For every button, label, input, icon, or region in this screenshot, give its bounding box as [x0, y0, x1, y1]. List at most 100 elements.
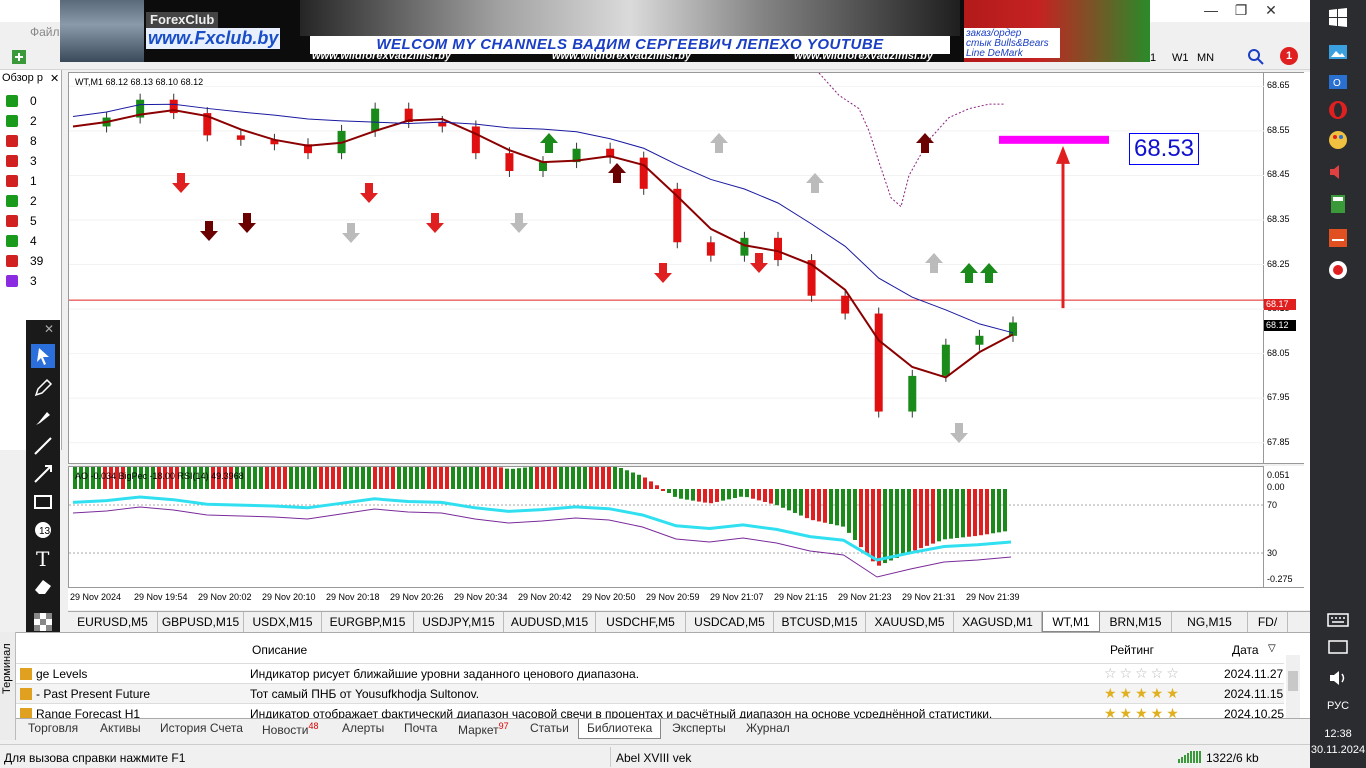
- col-rating[interactable]: Рейтинг: [1110, 643, 1154, 657]
- clock-date[interactable]: 30.11.2024: [1310, 744, 1366, 756]
- outlook-icon[interactable]: O: [1326, 70, 1350, 94]
- new-order-icon[interactable]: [10, 48, 30, 66]
- market-watch-row[interactable]: 5: [4, 212, 56, 231]
- signal-arrow-down-icon: [950, 423, 968, 443]
- ao-bar: [721, 489, 725, 501]
- col-date[interactable]: Дата: [1232, 643, 1259, 657]
- app-orange-icon[interactable]: [1326, 226, 1350, 250]
- drawing-toolbar-close-icon[interactable]: ✕: [44, 322, 54, 336]
- speaker-icon[interactable]: [1326, 160, 1350, 184]
- monitor-icon[interactable]: [1326, 636, 1350, 660]
- terminal-tab[interactable]: Статьи: [530, 721, 569, 735]
- notification-badge[interactable]: 1: [1280, 47, 1298, 65]
- search-icon[interactable]: [1247, 48, 1265, 66]
- ray-icon[interactable]: [31, 462, 55, 486]
- keyboard-icon[interactable]: [1326, 608, 1350, 632]
- market-watch-row[interactable]: 3: [4, 152, 56, 171]
- ao-bar: [529, 467, 533, 489]
- ao-bar: [343, 467, 347, 489]
- pattern-icon[interactable]: [31, 610, 55, 634]
- opera-icon[interactable]: [1326, 98, 1350, 122]
- indicator-pane[interactable]: AO -0.034 BigPec -18.00 RSI(14) 49.3968: [68, 466, 1265, 588]
- rectangle-icon[interactable]: [31, 490, 55, 514]
- timeframe-w1[interactable]: W1: [1172, 52, 1189, 64]
- symbol-tab[interactable]: AUDUSD,M15: [504, 612, 596, 632]
- symbol-tab[interactable]: EURUSD,M5: [68, 612, 158, 632]
- terminal-tab[interactable]: Эксперты: [672, 721, 726, 735]
- banner-site-2: www.wildforexvadzimsl.by: [552, 50, 691, 62]
- symbol-tab[interactable]: EURGBP,M15: [322, 612, 414, 632]
- volume-icon[interactable]: [1326, 666, 1350, 690]
- symbol-tab[interactable]: USDCAD,M5: [686, 612, 774, 632]
- library-row[interactable]: - Past Present Future Тот самый ПНБ от Yo…: [16, 683, 1284, 703]
- terminal-scroll-thumb[interactable]: [1288, 671, 1298, 691]
- ao-bar: [403, 467, 407, 489]
- line-icon[interactable]: [31, 434, 55, 458]
- terminal-label: Терминал: [1, 643, 13, 694]
- terminal-tab[interactable]: Журнал: [746, 721, 790, 735]
- sort-desc-icon[interactable]: ▽: [1268, 643, 1276, 654]
- symbol-tab[interactable]: BRN,M15: [1100, 612, 1172, 632]
- signal-arrow-down-icon: [200, 221, 218, 241]
- clock-time[interactable]: 12:38: [1310, 728, 1366, 740]
- price-tag-last: 68.12: [1264, 320, 1296, 331]
- market-watch-row[interactable]: 0: [4, 92, 56, 111]
- language-indicator[interactable]: РУС: [1310, 700, 1366, 712]
- ao-bar: [547, 467, 551, 489]
- ao-bar: [247, 467, 251, 489]
- terminal-tab[interactable]: Библиотека: [578, 719, 662, 739]
- record-icon[interactable]: [1326, 258, 1350, 282]
- menu-file[interactable]: Файл: [30, 25, 60, 39]
- pencil-icon[interactable]: [31, 376, 55, 400]
- paint-icon[interactable]: [1326, 128, 1350, 152]
- library-row[interactable]: ge Levels Индикатор рисует ближайшие уров…: [16, 663, 1284, 683]
- symbol-tab[interactable]: XAUUSD,M5: [866, 612, 954, 632]
- market-watch-close-icon[interactable]: ✕: [50, 72, 59, 85]
- market-watch-row[interactable]: 1: [4, 172, 56, 191]
- market-watch-row[interactable]: 8: [4, 132, 56, 151]
- time-axis: 29 Nov 2024 29 Nov 19:54 29 Nov 20:02 29 No…: [68, 588, 1304, 610]
- symbol-tab[interactable]: XAGUSD,M1: [954, 612, 1042, 632]
- symbol-tab[interactable]: FD/: [1248, 612, 1288, 632]
- ao-bar: [289, 467, 293, 489]
- terminal-tab[interactable]: Почта: [404, 721, 437, 735]
- symbol-tab[interactable]: BTCUSD,M15: [774, 612, 866, 632]
- market-watch-row[interactable]: 4: [4, 232, 56, 251]
- eraser-icon[interactable]: [31, 574, 55, 598]
- terminal-tab[interactable]: Торговля: [28, 721, 78, 735]
- ao-bar: [1003, 489, 1007, 532]
- text-icon[interactable]: T: [31, 546, 55, 570]
- minimize-button[interactable]: —: [1196, 0, 1226, 22]
- market-watch-row[interactable]: 2: [4, 192, 56, 211]
- fibonacci-icon[interactable]: 13: [31, 518, 55, 542]
- symbol-tab[interactable]: GBPUSD,M15: [158, 612, 244, 632]
- cursor-icon[interactable]: [31, 344, 55, 368]
- symbol-tab[interactable]: USDCHF,M5: [596, 612, 686, 632]
- col-description[interactable]: Описание: [252, 643, 307, 657]
- market-watch-row[interactable]: 39: [4, 252, 56, 271]
- terminal-tab[interactable]: Активы: [100, 721, 141, 735]
- market-watch-row[interactable]: 3: [4, 272, 56, 291]
- terminal-tab[interactable]: Маркет97: [458, 721, 509, 737]
- terminal-tab[interactable]: Новости48: [262, 721, 318, 737]
- marker-icon[interactable]: [31, 406, 55, 430]
- symbol-tab[interactable]: NG,M15: [1172, 612, 1248, 632]
- symbol-tab[interactable]: WT,M1: [1042, 612, 1100, 632]
- terminal-tab[interactable]: Алерты: [342, 721, 384, 735]
- symbol-tab[interactable]: USDX,M15: [244, 612, 322, 632]
- terminal-tab-label: Торговля: [28, 721, 79, 735]
- terminal-tab[interactable]: История Счета: [160, 721, 243, 735]
- windows-start-icon[interactable]: [1326, 6, 1350, 30]
- market-watch-row[interactable]: 2: [4, 112, 56, 131]
- terminal-scrollbar[interactable]: [1286, 655, 1300, 719]
- symbol-tab[interactable]: USDJPY,M15: [414, 612, 504, 632]
- timeframe-partial[interactable]: 1: [1150, 52, 1156, 64]
- close-button[interactable]: ✕: [1256, 0, 1286, 22]
- ao-bar: [313, 467, 317, 489]
- ao-bar: [637, 474, 641, 489]
- price-chart[interactable]: WT,M1 68.12 68.13 68.10 68.12 68.53: [68, 72, 1265, 464]
- timeframe-mn[interactable]: MN: [1197, 52, 1214, 64]
- image-viewer-icon[interactable]: [1326, 40, 1350, 64]
- restore-button[interactable]: ❐: [1226, 0, 1256, 22]
- calculator-icon[interactable]: [1326, 192, 1350, 216]
